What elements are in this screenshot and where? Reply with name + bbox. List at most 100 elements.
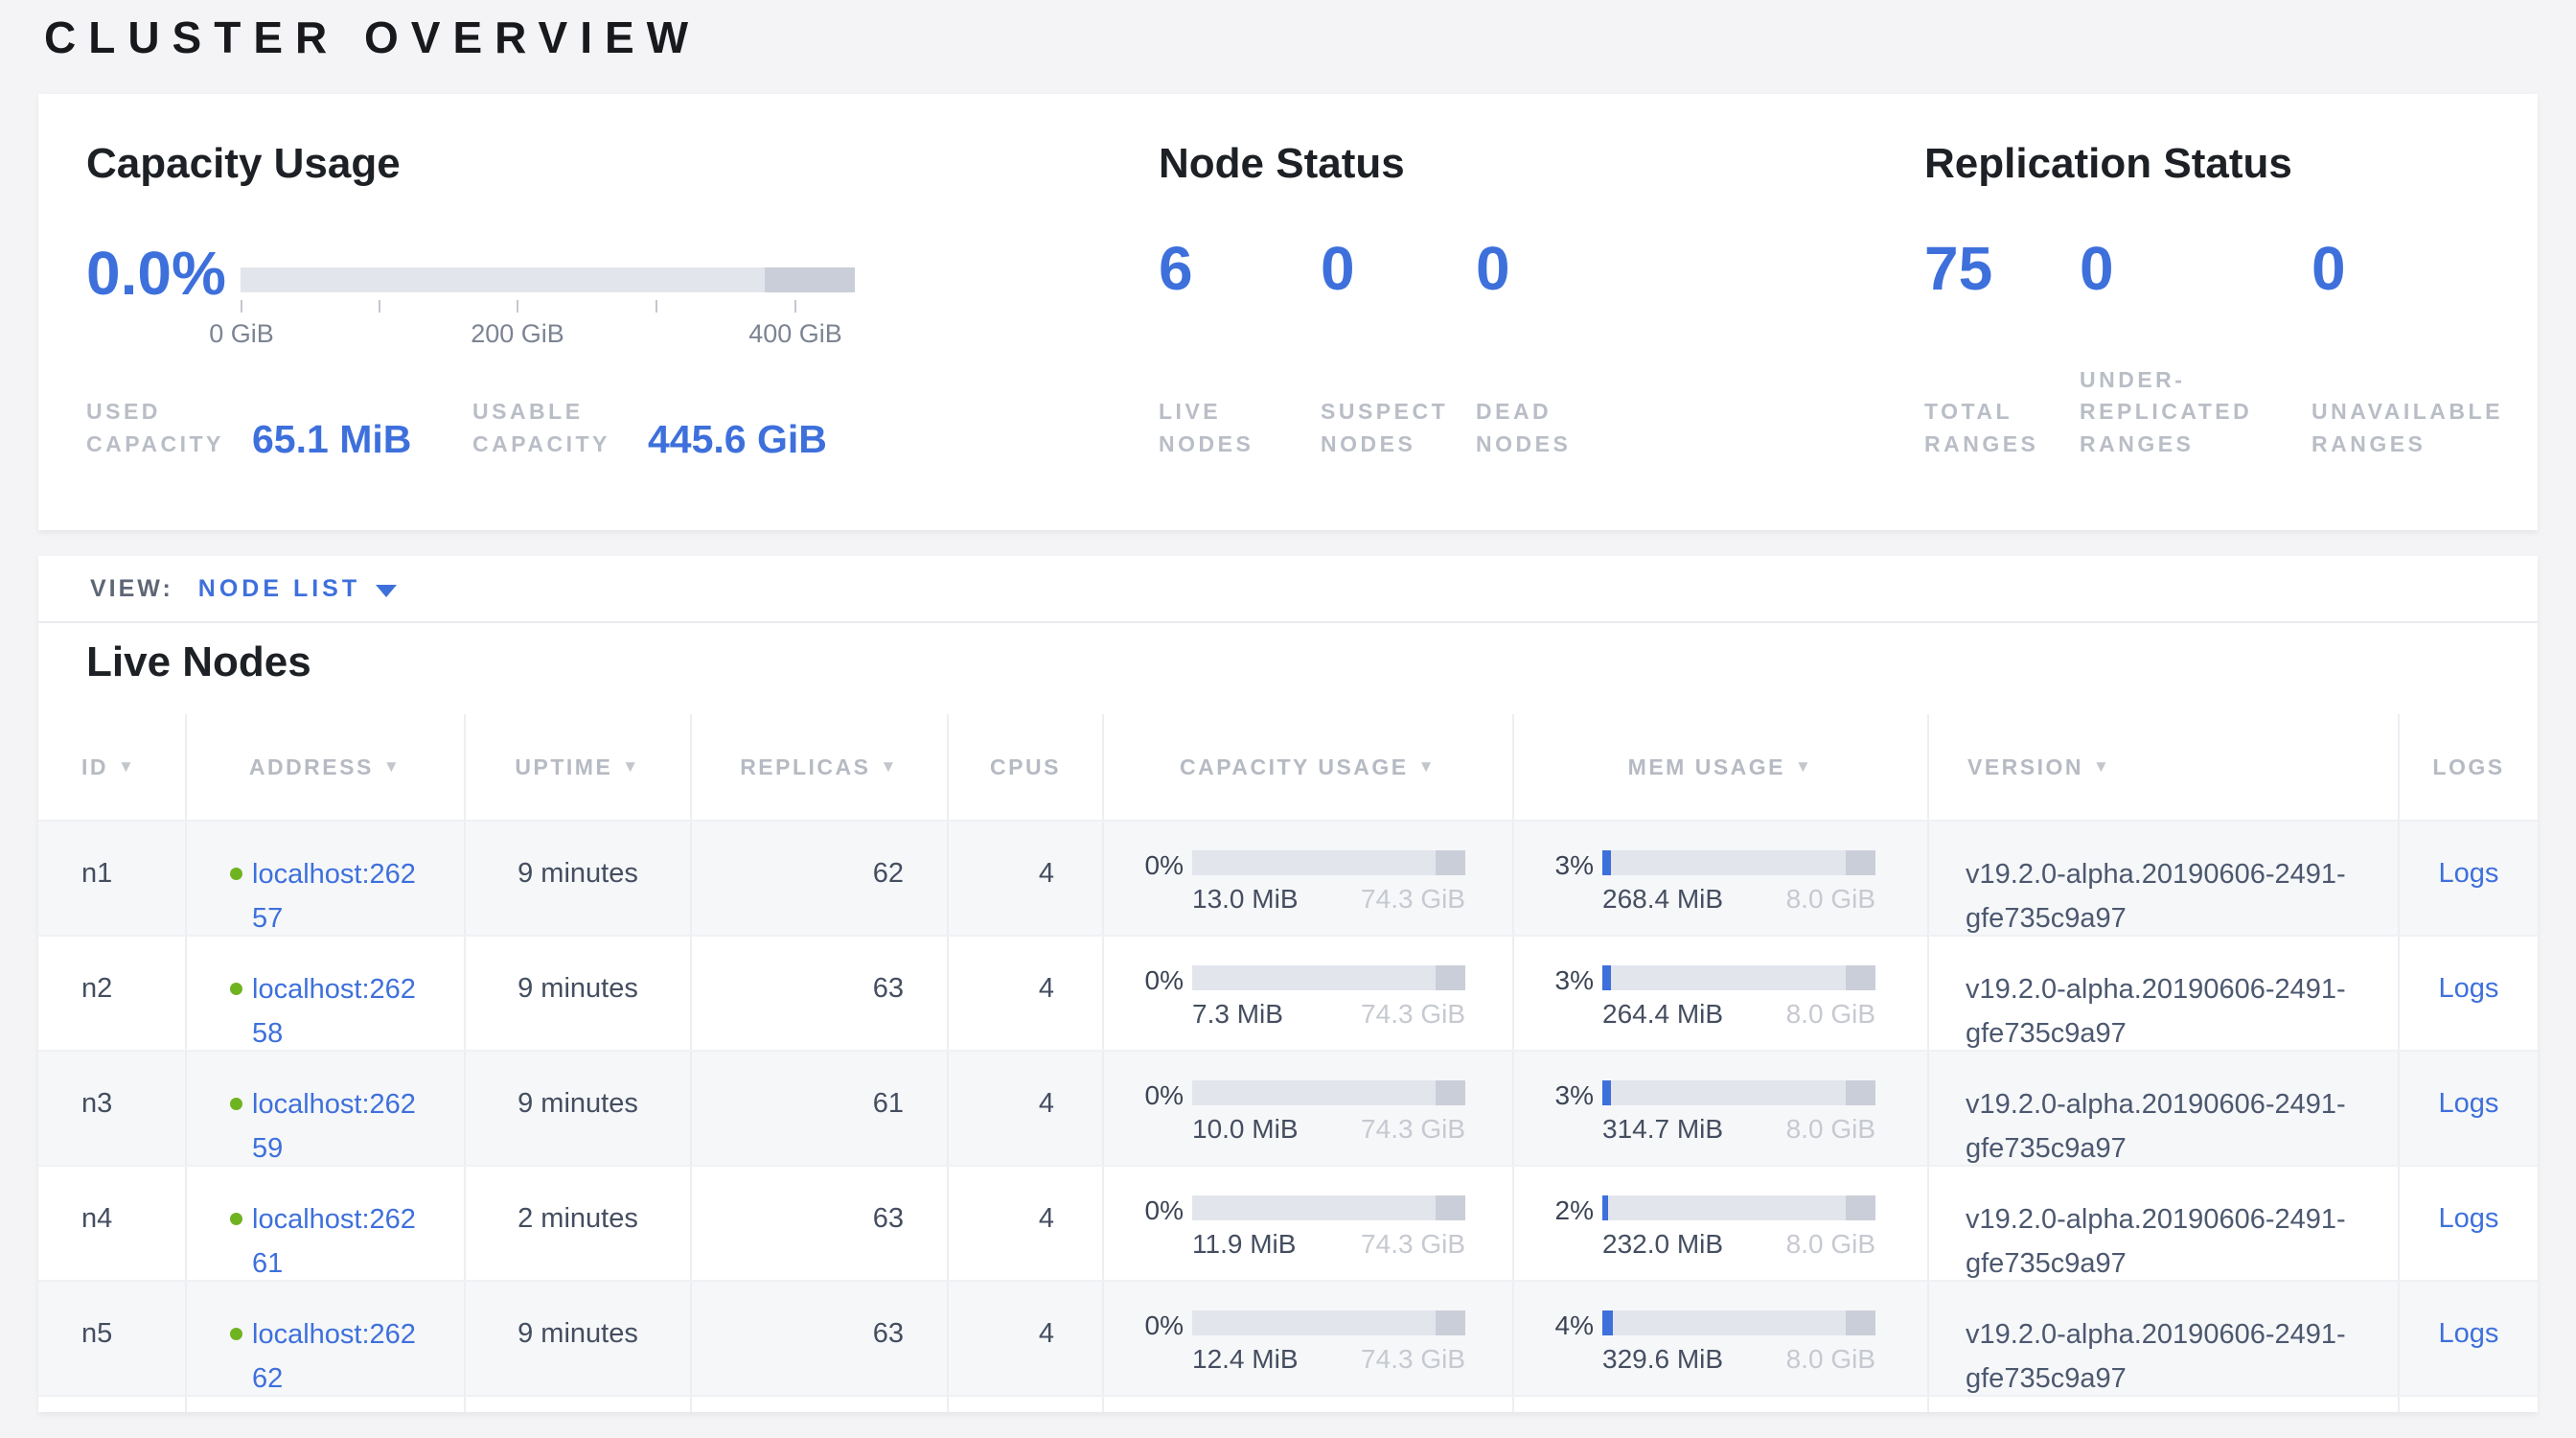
node-version-cell: v19.2.0-alpha.20190606-2491-gfe735c9a97 xyxy=(1929,1282,2400,1395)
logs-link[interactable]: Logs xyxy=(2439,1318,2499,1349)
sort-arrow-icon: ▼ xyxy=(880,757,898,777)
column-header-mem-usage[interactable]: MEM USAGE▼ xyxy=(1514,714,1929,820)
node-version-cell: v19.2.0-alpha.20190606-2491-gfe735c9a97 xyxy=(1929,1167,2400,1280)
node-cpus: 4 xyxy=(949,1282,1104,1395)
node-id: n5 xyxy=(38,1282,187,1395)
node-replicas: 63 xyxy=(692,1167,949,1280)
memory-percent: 3% xyxy=(1514,1080,1602,1145)
logs-link[interactable]: Logs xyxy=(2439,973,2499,1004)
table-row: n1 localhost:26257 9 minutes 62 4 0% 13.… xyxy=(38,820,2538,935)
usable-capacity-stat: USABLE CAPACITY 445.6 GiB xyxy=(472,403,827,460)
table-row: n4 localhost:26261 2 minutes 63 4 0% 11.… xyxy=(38,1165,2538,1280)
node-address-cell: localhost:26259 xyxy=(187,1052,466,1165)
memory-total: 8.0 GiB xyxy=(1786,1114,1875,1145)
node-address-cell: localhost:26262 xyxy=(187,1282,466,1395)
node-address-link[interactable]: localhost:26257 xyxy=(252,852,426,941)
node-cpus: 4 xyxy=(949,822,1104,935)
node-capacity-usage-cell: 0% 12.4 MiB74.3 GiB xyxy=(1104,1282,1514,1395)
cluster-summary-panel: Capacity Usage 0.0% 0 GiB 200 GiB 400 Gi… xyxy=(38,94,2538,530)
memory-bar xyxy=(1602,1080,1875,1105)
node-version-cell: v19.2.0-alpha.20190606-2491-gfe735c9a97 xyxy=(1929,1052,2400,1165)
memory-percent: 3% xyxy=(1514,965,1602,1030)
column-header-uptime[interactable]: UPTIME▼ xyxy=(466,714,692,820)
node-version-cell: v19.2.0-alpha.20190606-2491-gfe735c9a97 xyxy=(1929,937,2400,1050)
total-ranges-count: 75 xyxy=(1924,238,1992,299)
table-row: n2 localhost:26258 9 minutes 63 4 0% 7.3… xyxy=(38,935,2538,1050)
table-header-row: ID▼ ADDRESS▼ UPTIME▼ REPLICAS▼ CPUS CAPA… xyxy=(38,714,2538,820)
node-cpus: 4 xyxy=(949,937,1104,1050)
node-capacity-usage-cell: 0% 13.0 MiB74.3 GiB xyxy=(1104,822,1514,935)
capacity-used: 7.3 MiB xyxy=(1192,999,1283,1030)
column-header-address[interactable]: ADDRESS▼ xyxy=(187,714,466,820)
node-mem-usage-cell: 2% 232.0 MiB8.0 GiB xyxy=(1514,1167,1929,1280)
node-live-status-icon xyxy=(230,1328,242,1340)
node-version: v19.2.0-alpha.20190606-2491-gfe735c9a97 xyxy=(1966,967,2378,1056)
node-live-status-icon xyxy=(230,1213,242,1225)
node-address-link[interactable]: localhost:26261 xyxy=(252,1197,426,1287)
view-selector-dropdown[interactable]: NODE LIST xyxy=(198,575,397,603)
used-capacity-label: USED CAPACITY xyxy=(86,396,235,460)
memory-total: 8.0 GiB xyxy=(1786,884,1875,915)
capacity-bar xyxy=(1192,1080,1465,1105)
live-nodes-title: Live Nodes xyxy=(86,638,311,686)
under-replicated-ranges-count: 0 xyxy=(2080,238,2114,299)
usable-capacity-value: 445.6 GiB xyxy=(648,417,827,462)
view-label: VIEW: xyxy=(90,575,173,603)
usable-capacity-label: USABLE CAPACITY xyxy=(472,396,631,460)
dead-nodes-stat: 0 DEAD NODES xyxy=(1476,238,1510,460)
node-replicas: 63 xyxy=(692,1282,949,1395)
node-id: n1 xyxy=(38,822,187,935)
column-header-version[interactable]: VERSION▼ xyxy=(1929,714,2400,820)
capacity-total: 74.3 GiB xyxy=(1361,1229,1465,1260)
node-uptime: 9 minutes xyxy=(466,1282,692,1395)
node-live-status-icon xyxy=(230,983,242,995)
capacity-used: 11.9 MiB xyxy=(1192,1229,1296,1260)
node-id: n2 xyxy=(38,937,187,1050)
capacity-used: 12.4 MiB xyxy=(1192,1344,1299,1375)
memory-percent: 2% xyxy=(1514,1195,1602,1260)
node-address-link[interactable]: localhost:26262 xyxy=(252,1312,426,1402)
capacity-bar xyxy=(1192,1310,1465,1335)
node-logs-cell: Logs xyxy=(2400,822,2538,935)
axis-tick-label: 200 GiB xyxy=(441,319,594,349)
node-mem-usage-cell: 3% 268.4 MiB8.0 GiB xyxy=(1514,822,1929,935)
node-version-cell: v19.2.0-alpha.20190606-2491-gfe735c9a97 xyxy=(1929,822,2400,935)
capacity-meter-other-segment xyxy=(765,267,855,292)
node-id: n3 xyxy=(38,1052,187,1165)
table-row: n5 localhost:26262 9 minutes 63 4 0% 12.… xyxy=(38,1280,2538,1395)
node-uptime: 9 minutes xyxy=(466,1052,692,1165)
node-version: v19.2.0-alpha.20190606-2491-gfe735c9a97 xyxy=(1966,852,2378,941)
node-uptime: 9 minutes xyxy=(466,937,692,1050)
replication-status-title: Replication Status xyxy=(1924,140,2292,188)
under-replicated-ranges-label: UNDER-REPLICATED RANGES xyxy=(2080,364,2279,460)
node-address-cell: localhost:26257 xyxy=(187,822,466,935)
node-logs-cell: Logs xyxy=(2400,1282,2538,1395)
axis-tick xyxy=(379,300,380,313)
column-header-capacity-usage[interactable]: CAPACITY USAGE▼ xyxy=(1104,714,1514,820)
live-nodes-label: LIVE NODES xyxy=(1159,396,1274,460)
memory-used: 329.6 MiB xyxy=(1602,1344,1723,1375)
node-logs-cell: Logs xyxy=(2400,1167,2538,1280)
sort-arrow-icon: ▼ xyxy=(622,757,640,777)
node-uptime: 9 minutes xyxy=(466,822,692,935)
column-header-id[interactable]: ID▼ xyxy=(38,714,187,820)
capacity-bar xyxy=(1192,1195,1465,1220)
memory-bar xyxy=(1602,1195,1875,1220)
column-header-replicas[interactable]: REPLICAS▼ xyxy=(692,714,949,820)
total-ranges-stat: 75 TOTAL RANGES xyxy=(1924,238,1992,460)
node-replicas: 63 xyxy=(692,937,949,1050)
node-address-link[interactable]: localhost:26259 xyxy=(252,1082,426,1171)
capacity-meter: 0 GiB 200 GiB 400 GiB xyxy=(241,267,855,292)
axis-tick xyxy=(241,300,242,313)
capacity-total: 74.3 GiB xyxy=(1361,1344,1465,1375)
logs-link[interactable]: Logs xyxy=(2439,1203,2499,1234)
logs-link[interactable]: Logs xyxy=(2439,858,2499,889)
node-status-title: Node Status xyxy=(1159,140,1405,188)
node-address-link[interactable]: localhost:26258 xyxy=(252,967,426,1056)
node-version: v19.2.0-alpha.20190606-2491-gfe735c9a97 xyxy=(1966,1197,2378,1287)
axis-tick-label: 400 GiB xyxy=(719,319,872,349)
capacity-meter-track xyxy=(241,267,855,292)
axis-tick xyxy=(656,300,657,313)
logs-link[interactable]: Logs xyxy=(2439,1088,2499,1119)
memory-used: 264.4 MiB xyxy=(1602,999,1723,1030)
